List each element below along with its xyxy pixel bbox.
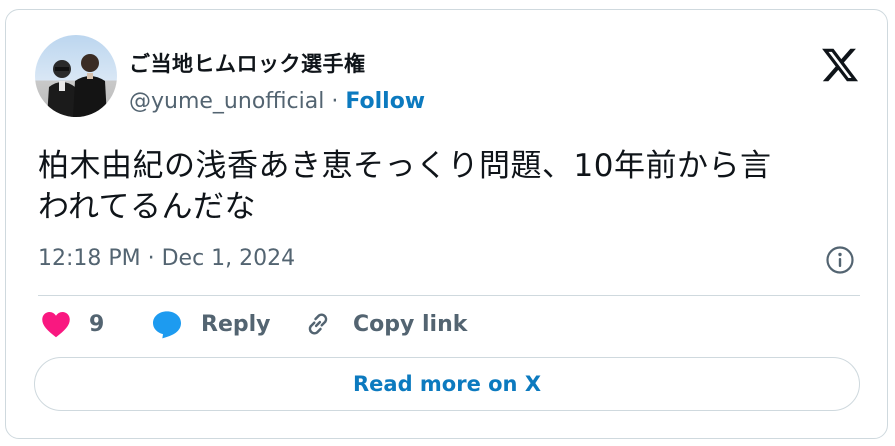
link-icon bbox=[308, 313, 328, 335]
like-count: 9 bbox=[89, 311, 105, 337]
heart-icon bbox=[42, 312, 70, 338]
author-handle[interactable]: @yume_unofficial bbox=[129, 89, 324, 114]
reply-icon bbox=[153, 311, 181, 339]
tweet-text: 柏木由紀の浅香あき恵そっくり問題、10年前から言 われてるんだな bbox=[38, 146, 858, 228]
reply-button[interactable]: Reply bbox=[151, 306, 271, 342]
x-logo-icon[interactable] bbox=[820, 45, 860, 85]
tweet-text-line-2: われてるんだな bbox=[38, 189, 257, 225]
follow-link[interactable]: Follow bbox=[345, 89, 425, 114]
tweet-card: ご当地ヒムロック選手権 @yume_unofficial · Follow 柏木… bbox=[5, 9, 888, 439]
separator-dot: · bbox=[331, 89, 339, 114]
info-icon[interactable] bbox=[825, 245, 855, 275]
avatar[interactable] bbox=[35, 35, 117, 117]
reply-label: Reply bbox=[201, 311, 271, 337]
copy-link-button[interactable]: Copy link bbox=[303, 306, 467, 342]
author-display-name[interactable]: ご当地ヒムロック選手権 bbox=[129, 48, 366, 78]
divider bbox=[38, 295, 860, 296]
copy-link-label: Copy link bbox=[353, 311, 468, 337]
tweet-text-line-1: 柏木由紀の浅香あき恵そっくり問題、10年前から言 bbox=[38, 148, 772, 184]
like-button[interactable]: 9 bbox=[41, 306, 104, 342]
author-handle-row: @yume_unofficial · Follow bbox=[129, 89, 425, 114]
read-more-button[interactable]: Read more on X bbox=[34, 357, 860, 411]
tweet-timestamp[interactable]: 12:18 PM · Dec 1, 2024 bbox=[38, 246, 295, 271]
